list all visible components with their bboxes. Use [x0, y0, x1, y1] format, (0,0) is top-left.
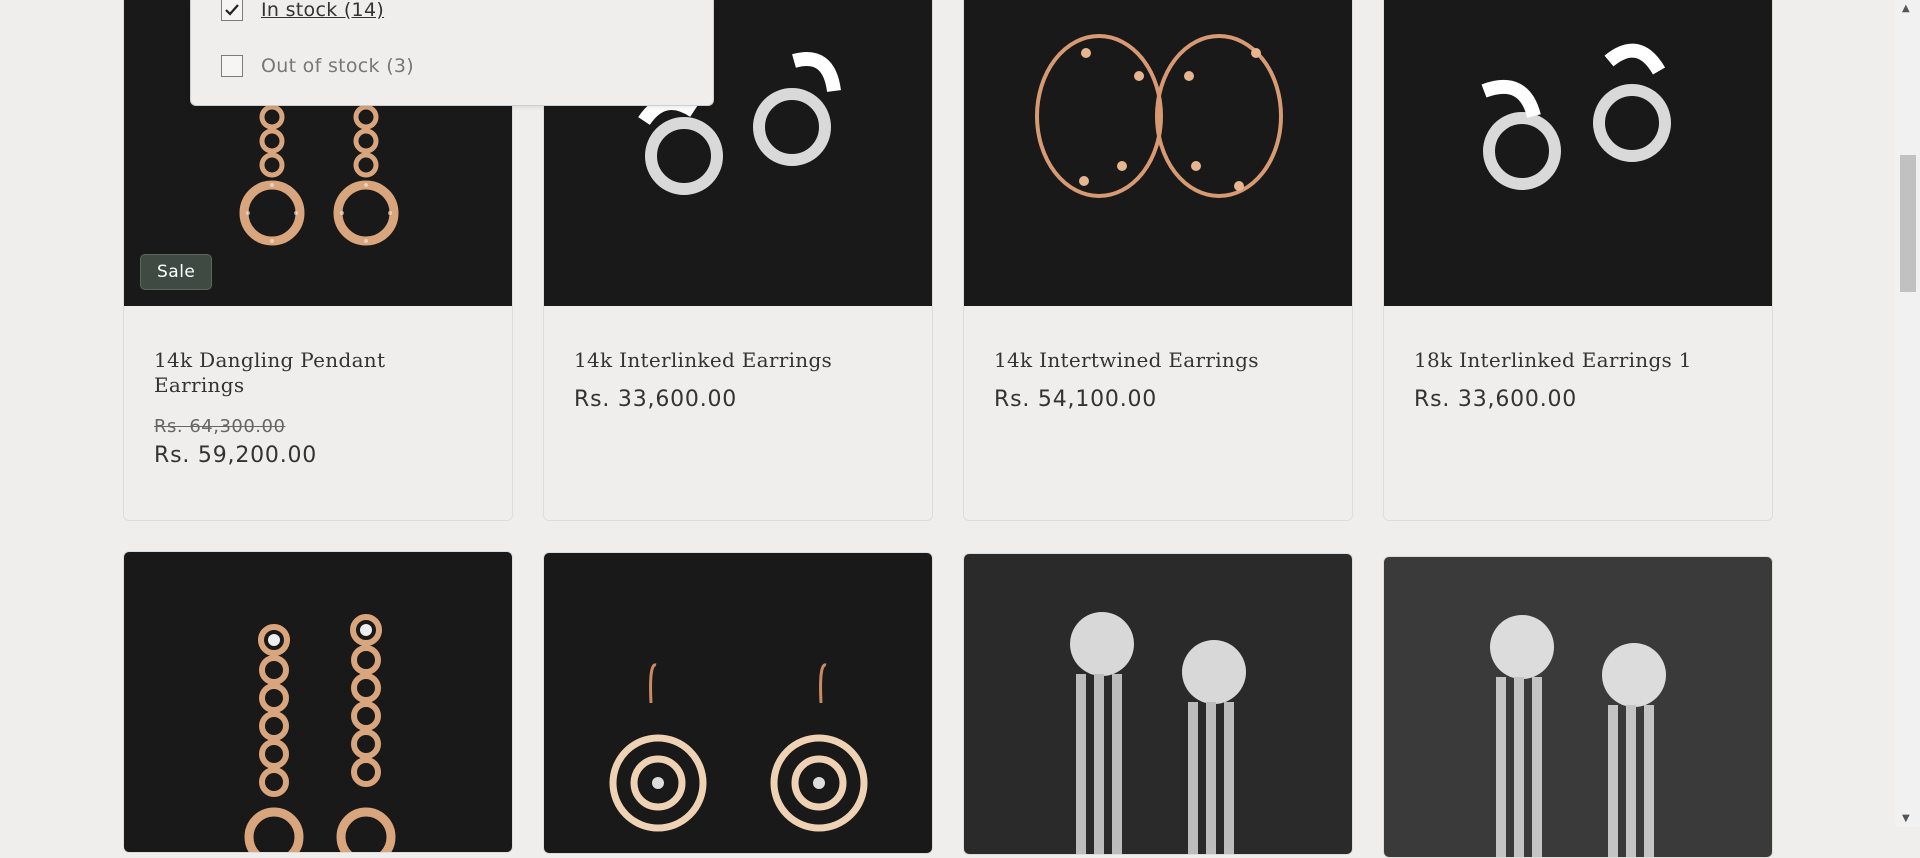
product-title[interactable]: 14k Dangling Pendant Earrings [154, 348, 482, 398]
checkbox-checked[interactable] [221, 0, 243, 21]
product-price: Rs. 54,100.00 [994, 387, 1158, 412]
checkbox-unchecked[interactable] [221, 55, 243, 77]
product-price-original: Rs. 64,300.00 [154, 416, 286, 437]
filter-option-out-of-stock[interactable]: Out of stock (3) [221, 55, 414, 77]
scrollbar-thumb[interactable] [1900, 155, 1916, 292]
product-image[interactable] [1384, 0, 1772, 306]
product-title[interactable]: 14k Interlinked Earrings [574, 348, 902, 373]
interlinked-earrings-image [1481, 43, 1671, 190]
intertwined-hoops-image [1035, 34, 1283, 198]
filter-option-label: In stock (14) [261, 0, 385, 21]
product-price: Rs. 33,600.00 [574, 387, 738, 412]
product-card[interactable] [963, 553, 1353, 855]
product-card[interactable] [543, 552, 933, 854]
scroll-up-arrow-icon[interactable]: ▲ [1902, 3, 1910, 14]
diamond-fringe-earrings-image [1490, 615, 1666, 857]
filter-option-in-stock[interactable]: In stock (14) [221, 0, 384, 21]
product-image[interactable] [124, 552, 512, 852]
diamond-fringe-earrings-image [1070, 612, 1246, 854]
product-title[interactable]: 14k Intertwined Earrings [994, 348, 1322, 373]
product-card[interactable] [1383, 556, 1773, 858]
product-card[interactable]: 18k Interlinked Earrings 1 Rs. 33,600.00 [1383, 0, 1773, 521]
chain-earrings-image [244, 614, 396, 852]
product-card[interactable]: 14k Intertwined Earrings Rs. 54,100.00 [963, 0, 1353, 521]
product-image[interactable] [544, 553, 932, 853]
sale-badge: Sale [140, 254, 213, 290]
filter-option-label: Out of stock (3) [261, 55, 415, 77]
product-price: Rs. 33,600.00 [1414, 387, 1578, 412]
product-image[interactable] [964, 554, 1352, 854]
product-price-sale: Rs. 59,200.00 [154, 443, 318, 468]
check-icon [225, 4, 239, 16]
availability-filter-dropdown: In stock (14) Out of stock (3) [190, 0, 714, 106]
product-image[interactable] [964, 0, 1352, 306]
scroll-down-arrow-icon[interactable]: ▼ [1902, 813, 1910, 824]
product-title[interactable]: 18k Interlinked Earrings 1 [1414, 348, 1742, 373]
page-scrollbar[interactable]: ▲ ▼ [1895, 0, 1920, 827]
rose-earrings-image [609, 663, 868, 832]
product-grid: Sale 14k Dangling Pendant Earrings Rs. 6… [123, 0, 1773, 858]
product-image[interactable] [1384, 557, 1772, 857]
product-card[interactable] [123, 551, 513, 853]
